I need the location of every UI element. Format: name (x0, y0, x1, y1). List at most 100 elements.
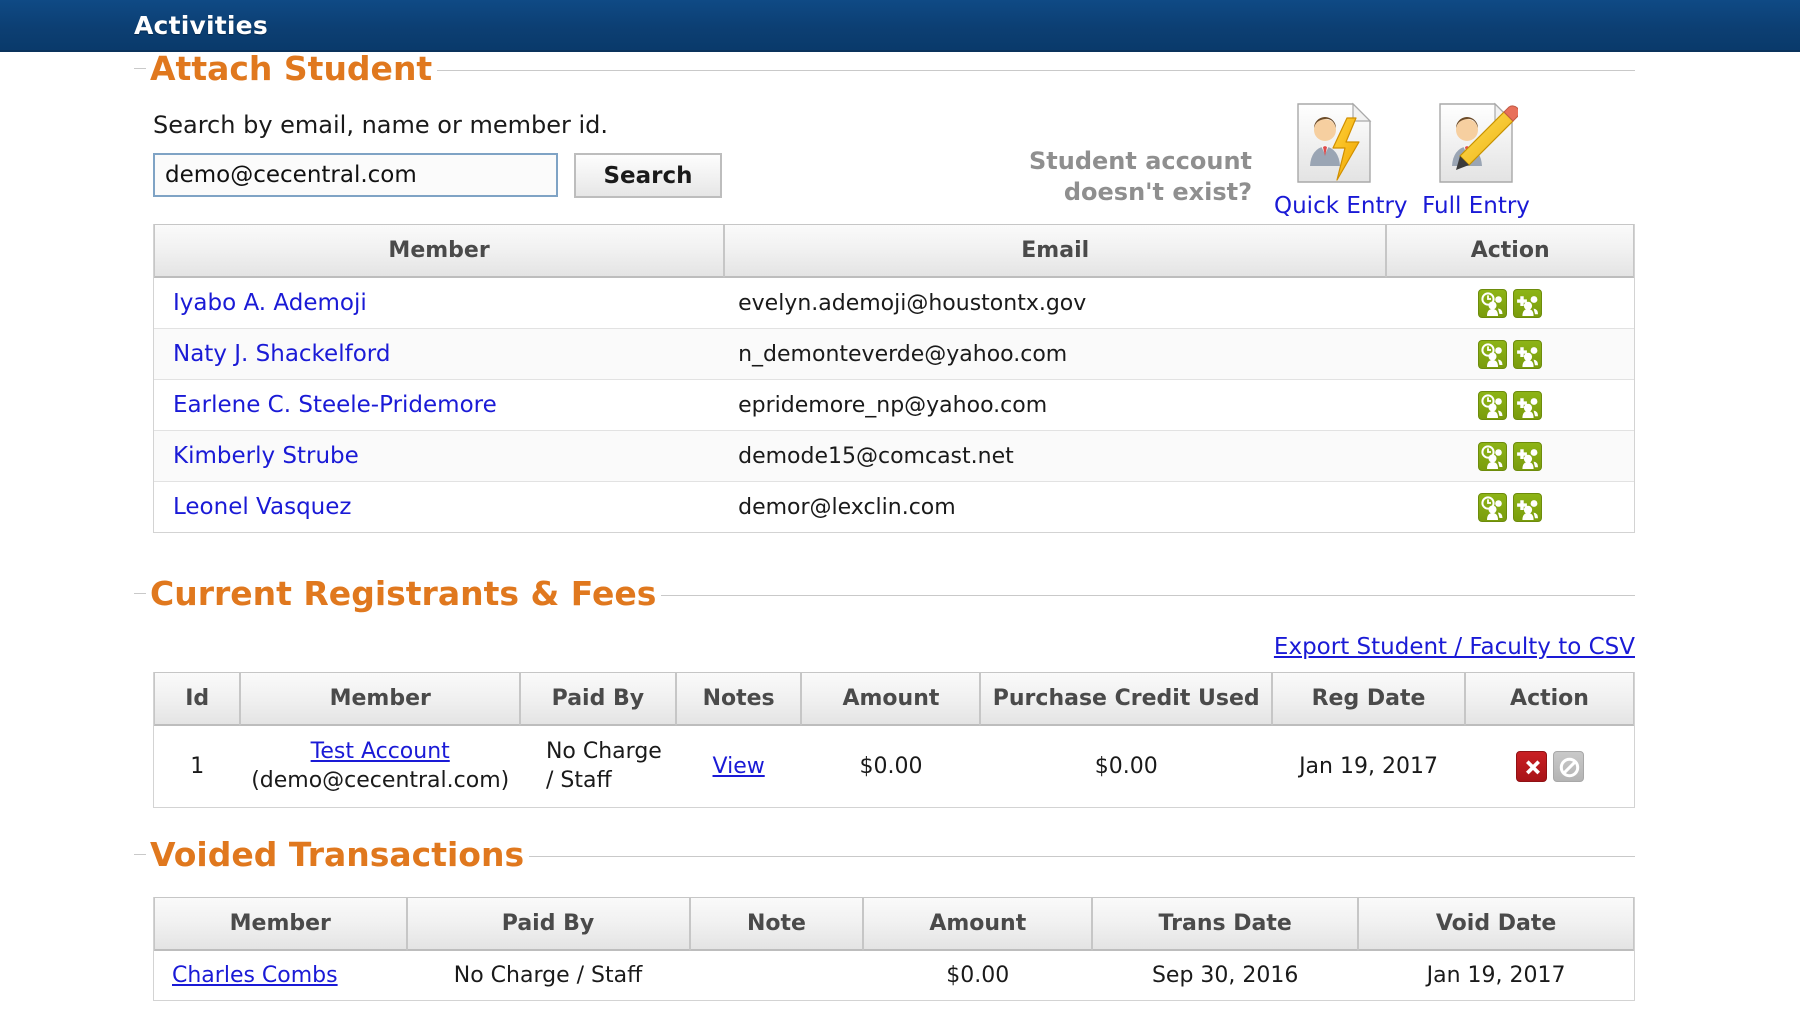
no-account-question: Student account doesn't exist? (1020, 100, 1252, 207)
voided-transactions-legend: Voided Transactions (0, 838, 1800, 871)
voided-note-cell (690, 951, 864, 1000)
current-registrants-title: Current Registrants & Fees (150, 574, 657, 613)
quick-entry-item[interactable]: Quick Entry (1274, 100, 1408, 219)
full-entry-item[interactable]: Full Entry (1416, 100, 1536, 219)
registrant-reg-date-cell: Jan 19, 2017 (1299, 754, 1438, 780)
member-name-cell: Iyabo A. Ademoji (154, 278, 725, 329)
voided-trans-date-cell: Sep 30, 2016 (1151, 963, 1299, 989)
column-header-member[interactable]: Member (154, 224, 725, 278)
table-row: Iyabo A. Ademoji evelyn.ademoji@houstont… (154, 278, 1634, 329)
column-header-paid-by[interactable]: Paid By (519, 672, 676, 726)
column-header-void-date[interactable]: Void Date (1358, 897, 1634, 952)
add-to-waitlist-icon[interactable] (1478, 390, 1508, 420)
quick-entry-icon[interactable] (1292, 100, 1376, 186)
add-member-icon[interactable] (1513, 492, 1543, 522)
column-header-action[interactable]: Action (1465, 672, 1634, 726)
member-name-link[interactable]: Kimberly Strube (173, 443, 359, 469)
registrant-purchase-credit-cell: $0.00 (1094, 754, 1158, 780)
legend-rule (437, 70, 1635, 71)
legend-dash-left (134, 854, 146, 856)
member-name-cell: Earlene C. Steele-Pridemore (154, 380, 725, 431)
column-header-paid-by[interactable]: Paid By (406, 897, 690, 952)
column-header-notes[interactable]: Notes (675, 672, 802, 726)
voided-transactions-section: Voided Transactions Member Paid By Note … (0, 838, 1800, 1002)
search-button[interactable]: Search (574, 153, 722, 198)
member-name-link[interactable]: Earlene C. Steele-Pridemore (173, 392, 497, 418)
member-name-link[interactable]: Iyabo A. Ademoji (173, 290, 367, 316)
no-account-line-1: Student account (1029, 147, 1252, 175)
registrant-member-cell: Test Account (demo@cecentral.com) (240, 726, 520, 807)
member-email-cell: n_demonteverde@yahoo.com (724, 329, 1387, 380)
attach-student-results-table: Member Email Action Iyabo A. Ademoji eve… (153, 224, 1635, 533)
current-registrants-table: Id Member Paid By Notes Amount Purchase … (153, 672, 1635, 809)
voided-member-link[interactable]: Charles Combs (172, 963, 338, 988)
student-account-entry-panel: Student account doesn't exist? Quick Ent… (1020, 100, 1536, 219)
current-registrants-section: Current Registrants & Fees Export Studen… (0, 574, 1800, 809)
member-action-cell (1386, 278, 1634, 329)
add-member-icon[interactable] (1513, 288, 1543, 318)
table-header-row: Member Email Action (154, 224, 1634, 278)
column-header-amount[interactable]: Amount (863, 897, 1093, 952)
column-header-reg-date[interactable]: Reg Date (1271, 672, 1466, 726)
export-row: Export Student / Faculty to CSV (153, 634, 1635, 660)
column-header-email[interactable]: Email (724, 224, 1387, 278)
member-action-cell (1386, 380, 1634, 431)
void-disabled-icon (1552, 751, 1584, 783)
add-member-icon[interactable] (1513, 339, 1543, 369)
column-header-trans-date[interactable]: Trans Date (1092, 897, 1359, 952)
column-header-member[interactable]: Member (154, 897, 407, 952)
column-header-amount[interactable]: Amount (801, 672, 981, 726)
registrant-notes-cell: View (676, 726, 802, 807)
member-action-cell (1386, 482, 1634, 532)
column-header-purchase-credit-used[interactable]: Purchase Credit Used (980, 672, 1272, 726)
add-to-waitlist-icon[interactable] (1478, 339, 1508, 369)
add-member-icon[interactable] (1513, 390, 1543, 420)
column-header-id[interactable]: Id (154, 672, 241, 726)
export-csv-link[interactable]: Export Student / Faculty to CSV (1274, 634, 1635, 660)
column-header-member[interactable]: Member (240, 672, 520, 726)
table-row: Leonel Vasquez demor@lexclin.com (154, 482, 1634, 532)
legend-dash-left (134, 68, 146, 69)
attach-student-legend: Attach Student (0, 52, 1800, 85)
add-to-waitlist-icon[interactable] (1478, 441, 1508, 471)
current-registrants-table-body: 1 Test Account (demo@cecentral.com) No C… (154, 726, 1634, 807)
voided-transactions-body: Member Paid By Note Amount Trans Date Vo… (0, 897, 1800, 1002)
member-name-link[interactable]: Leonel Vasquez (173, 494, 352, 520)
registrant-email: (demo@cecentral.com) (251, 767, 510, 793)
action-icon-group (1386, 492, 1634, 522)
paid-by-line-2: / Staff (545, 767, 612, 793)
member-email-cell: evelyn.ademoji@houstontx.gov (724, 278, 1387, 329)
full-entry-icon[interactable] (1434, 100, 1518, 186)
delete-registrant-icon[interactable] (1515, 751, 1547, 783)
app-header-bar: Activities (0, 0, 1800, 52)
column-header-action[interactable]: Action (1386, 224, 1634, 278)
add-member-icon[interactable] (1513, 441, 1543, 471)
member-search-input[interactable] (153, 153, 558, 197)
attach-student-section: Attach Student Student account doesn't e… (0, 52, 1800, 533)
legend-rule (529, 856, 1635, 858)
table-row: Naty J. Shackelford n_demonteverde@yahoo… (154, 329, 1634, 380)
registrant-paid-by-cell: No Charge / Staff (520, 726, 676, 807)
quick-entry-link[interactable]: Quick Entry (1274, 193, 1408, 219)
column-header-note[interactable]: Note (689, 897, 864, 952)
member-action-cell (1386, 431, 1634, 482)
registrant-name-link[interactable]: Test Account (311, 739, 450, 764)
attach-student-table-head: Member Email Action (154, 224, 1634, 278)
member-name-link[interactable]: Naty J. Shackelford (173, 341, 390, 367)
add-to-waitlist-icon[interactable] (1478, 492, 1508, 522)
action-icon-group (1475, 751, 1624, 783)
page-content: Attach Student Student account doesn't e… (0, 52, 1800, 1002)
table-header-row: Member Paid By Note Amount Trans Date Vo… (154, 897, 1634, 952)
voided-member-cell: Charles Combs (154, 951, 407, 1000)
add-to-waitlist-icon[interactable] (1478, 288, 1508, 318)
member-email-cell: epridemore_np@yahoo.com (724, 380, 1387, 431)
view-note-link[interactable]: View (713, 754, 765, 779)
action-icon-group (1386, 288, 1634, 318)
voided-void-date-cell: Jan 19, 2017 (1426, 963, 1566, 989)
member-action-cell (1386, 329, 1634, 380)
table-row: Earlene C. Steele-Pridemore epridemore_n… (154, 380, 1634, 431)
full-entry-link[interactable]: Full Entry (1416, 193, 1536, 219)
table-row: 1 Test Account (demo@cecentral.com) No C… (154, 726, 1634, 807)
